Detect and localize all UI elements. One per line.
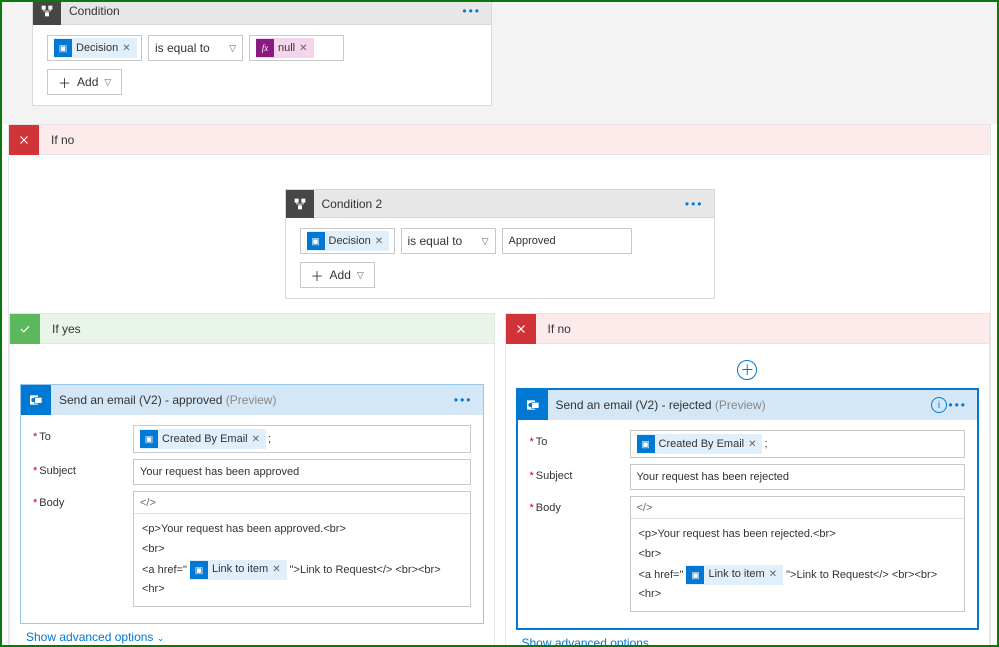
chevron-down-icon: ▽ bbox=[482, 236, 489, 247]
email-approved-header[interactable]: Send an email (V2) - approved (Preview) … bbox=[21, 385, 483, 415]
remove-token-icon[interactable]: ✕ bbox=[748, 439, 756, 450]
condition-expression-row: ▣ Decision ✕ is equal to ▽ fx null ✕ bbox=[47, 35, 477, 61]
if-no-branch-2: If no ＋ Send an email (V2) - rejected (P… bbox=[505, 313, 991, 647]
chevron-down-icon: ▽ bbox=[104, 77, 111, 88]
remove-token-icon[interactable]: ✕ bbox=[272, 561, 280, 579]
show-advanced-options-link[interactable]: Show advanced options ⌄ bbox=[20, 624, 484, 644]
chevron-down-icon: ▽ bbox=[357, 270, 364, 281]
sharepoint-icon: ▣ bbox=[307, 232, 325, 250]
add-condition-button[interactable]: ＋ Add ▽ bbox=[47, 69, 122, 95]
email-rejected-more-menu[interactable]: ••• bbox=[948, 398, 967, 412]
link-to-item-token[interactable]: ▣ Link to item ✕ bbox=[190, 560, 287, 580]
remove-token-icon[interactable]: ✕ bbox=[375, 236, 383, 247]
condition-operator-select[interactable]: is equal to ▽ bbox=[148, 35, 243, 61]
subject-field[interactable]: Your request has been rejected bbox=[630, 464, 966, 490]
remove-token-icon[interactable]: ✕ bbox=[299, 43, 307, 54]
to-label: *To bbox=[33, 425, 133, 443]
if-no-header-2[interactable]: If no bbox=[506, 314, 990, 344]
sharepoint-icon: ▣ bbox=[637, 435, 655, 453]
to-field[interactable]: ▣ Created By Email ✕ ; bbox=[133, 425, 471, 453]
subject-field[interactable]: Your request has been approved bbox=[133, 459, 471, 485]
if-yes-icon bbox=[10, 314, 40, 344]
outlook-icon bbox=[518, 390, 548, 420]
add-action-button[interactable]: ＋ bbox=[737, 360, 757, 380]
to-label: *To bbox=[530, 430, 630, 448]
condition2-left-operand[interactable]: ▣ Decision ✕ bbox=[300, 228, 395, 254]
remove-token-icon[interactable]: ✕ bbox=[769, 566, 777, 584]
condition2-right-operand[interactable]: Approved bbox=[502, 228, 632, 254]
sharepoint-icon: ▣ bbox=[190, 561, 208, 579]
code-view-toggle[interactable]: </> bbox=[631, 497, 965, 519]
condition-title: Condition bbox=[69, 4, 120, 18]
condition2-expression-row: ▣ Decision ✕ is equal to ▽ Approved bbox=[300, 228, 700, 254]
fx-icon: fx bbox=[256, 39, 274, 57]
sharepoint-icon: ▣ bbox=[686, 566, 704, 584]
plus-icon: ＋ bbox=[58, 73, 71, 92]
sharepoint-icon: ▣ bbox=[54, 39, 72, 57]
email-approved-title: Send an email (V2) - approved (Preview) bbox=[59, 393, 276, 407]
body-content[interactable]: <p>Your request has been rejected.<br> <… bbox=[631, 519, 965, 611]
if-no-label: If no bbox=[51, 133, 74, 147]
if-yes-label: If yes bbox=[52, 322, 81, 336]
email-rejected-card: Send an email (V2) - rejected (Preview) … bbox=[516, 388, 980, 630]
outlook-icon bbox=[21, 385, 51, 415]
email-approved-more-menu[interactable]: ••• bbox=[454, 393, 473, 407]
if-yes-branch: If yes Send an email (V2) - approved (Pr… bbox=[9, 313, 495, 647]
add-condition2-button[interactable]: ＋ Add ▽ bbox=[300, 262, 375, 288]
decision-token[interactable]: ▣ Decision ✕ bbox=[54, 38, 137, 58]
chevron-down-icon: ⌄ bbox=[157, 633, 165, 643]
condition2-title: Condition 2 bbox=[322, 197, 383, 211]
if-no-icon bbox=[9, 125, 39, 155]
if-no-branch-header[interactable]: If no bbox=[9, 125, 990, 155]
null-expression-token[interactable]: fx null ✕ bbox=[256, 38, 314, 58]
body-label: *Body bbox=[33, 491, 133, 509]
remove-token-icon[interactable]: ✕ bbox=[122, 43, 130, 54]
link-to-item-token[interactable]: ▣ Link to item ✕ bbox=[686, 565, 783, 585]
condition2-card: Condition 2 ••• ▣ Decision ✕ i bbox=[285, 189, 715, 299]
body-content[interactable]: <p>Your request has been approved.<br> <… bbox=[134, 514, 470, 606]
condition-icon bbox=[286, 190, 314, 218]
condition-icon bbox=[33, 0, 61, 25]
created-by-email-token[interactable]: ▣ Created By Email ✕ bbox=[637, 434, 763, 454]
condition2-more-menu[interactable]: ••• bbox=[685, 197, 704, 211]
body-editor[interactable]: </> <p>Your request has been rejected.<b… bbox=[630, 496, 966, 612]
email-rejected-header[interactable]: Send an email (V2) - rejected (Preview) … bbox=[518, 390, 978, 420]
if-no-label-2: If no bbox=[548, 322, 571, 336]
info-icon[interactable]: i bbox=[931, 397, 947, 413]
email-approved-card: Send an email (V2) - approved (Preview) … bbox=[20, 384, 484, 624]
email-rejected-title: Send an email (V2) - rejected (Preview) bbox=[556, 398, 766, 412]
show-advanced-options-link[interactable]: Show advanced options ⌄ bbox=[516, 630, 980, 647]
body-editor[interactable]: </> <p>Your request has been approved.<b… bbox=[133, 491, 471, 607]
condition2-operator-select[interactable]: is equal to ▽ bbox=[401, 228, 496, 254]
sharepoint-icon: ▣ bbox=[140, 430, 158, 448]
condition2-header[interactable]: Condition 2 ••• bbox=[286, 190, 714, 218]
decision-token[interactable]: ▣ Decision ✕ bbox=[307, 231, 390, 251]
created-by-email-token[interactable]: ▣ Created By Email ✕ bbox=[140, 429, 266, 449]
chevron-down-icon: ⌄ bbox=[652, 639, 660, 647]
condition-right-operand[interactable]: fx null ✕ bbox=[249, 35, 344, 61]
to-field[interactable]: ▣ Created By Email ✕ ; bbox=[630, 430, 966, 458]
subject-label: *Subject bbox=[530, 464, 630, 482]
subject-label: *Subject bbox=[33, 459, 133, 477]
remove-token-icon[interactable]: ✕ bbox=[252, 434, 260, 445]
body-label: *Body bbox=[530, 496, 630, 514]
code-view-toggle[interactable]: </> bbox=[134, 492, 470, 514]
if-no-icon bbox=[506, 314, 536, 344]
condition-header[interactable]: Condition ••• bbox=[33, 0, 491, 25]
if-yes-header[interactable]: If yes bbox=[10, 314, 494, 344]
condition-card: Condition ••• ▣ Decision ✕ is equal to ▽ bbox=[32, 0, 492, 106]
plus-icon: ＋ bbox=[311, 266, 324, 285]
condition-more-menu[interactable]: ••• bbox=[462, 4, 481, 18]
condition-left-operand[interactable]: ▣ Decision ✕ bbox=[47, 35, 142, 61]
chevron-down-icon: ▽ bbox=[229, 43, 236, 54]
